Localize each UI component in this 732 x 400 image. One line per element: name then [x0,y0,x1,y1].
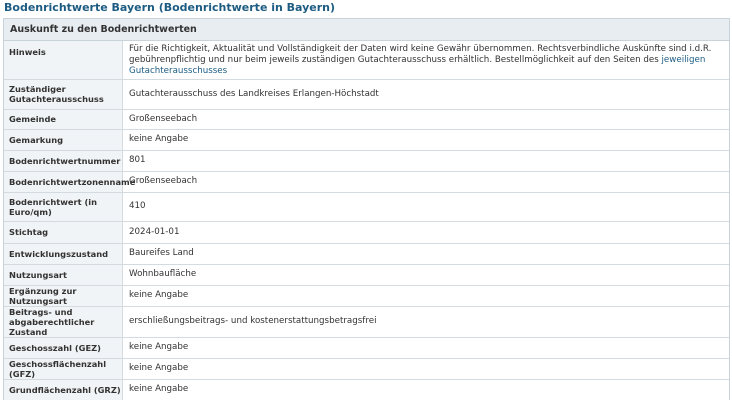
row-value: 410 [122,191,729,221]
row-value: Großenseebach [122,170,729,192]
row-label: Grundflächenzahl (GRZ) [4,378,123,400]
row-value: erschließungsbeitrags- und kostenerstatt… [122,305,729,337]
info-panel: Auskunft zu den Bodenrichtwerten Hinweis… [3,18,730,400]
table-row: Entwicklungszustand Baureifes Land [4,242,729,264]
table-row-hinweis: Hinweis Für die Richtigkeit, Aktualität … [4,41,729,79]
row-label: Beitrags- und abgaberechtlicher Zustand [4,305,123,337]
table-row: Beitrags- und abgaberechtlicher Zustand … [4,305,729,337]
row-value: 2024-01-01 [122,220,729,243]
table-row: Gemeinde Großenseebach [4,108,729,129]
row-value: keine Angabe [122,357,729,379]
table-row: Bodenrichtwert (in Euro/qm) 410 [4,191,729,221]
row-value: 801 [122,149,729,171]
row-label: Geschossflächenzahl (GFZ) [4,357,123,379]
hinweis-text: Für die Richtigkeit, Aktualität und Voll… [129,44,712,65]
row-label: Bodenrichtwertnummer [4,149,123,171]
table-row: Stichtag 2024-01-01 [4,220,729,243]
row-value: keine Angabe [122,128,729,150]
table-row: Ergänzung zur Nutzungsart keine Angabe [4,284,729,306]
row-value: Wohnbaufläche [122,263,729,285]
row-label: Nutzungsart [4,263,123,285]
row-label: Bodenrichtwertzonenname [4,170,135,192]
row-label: Entwicklungszustand [4,242,123,264]
row-value: keine Angabe [122,284,729,306]
table-row: Geschosszahl (GEZ) keine Angabe [4,336,729,358]
table-row: Grundflächenzahl (GRZ) keine Angabe [4,378,729,400]
table-row: Gemarkung keine Angabe [4,128,729,150]
table-row: Bodenrichtwertzonenname Großenseebach [4,170,729,192]
table-row: Geschossflächenzahl (GFZ) keine Angabe [4,357,729,379]
row-value: Großenseebach [122,108,729,129]
row-label: Gemeinde [4,108,123,129]
page-title: Bodenrichtwerte Bayern (Bodenrichtwerte … [4,1,336,14]
row-value: Gutachterausschuss des Landkreises Erlan… [122,78,729,109]
row-label: Hinweis [4,41,123,79]
table-row: Nutzungsart Wohnbaufläche [4,263,729,285]
row-label: Stichtag [4,220,123,243]
info-table: Hinweis Für die Richtigkeit, Aktualität … [4,41,729,400]
row-label: Ergänzung zur Nutzungsart [4,284,123,306]
row-value: Baureifes Land [122,242,729,264]
row-label: Gemarkung [4,128,123,150]
panel-header: Auskunft zu den Bodenrichtwerten [4,19,729,41]
table-row: Bodenrichtwertnummer 801 [4,149,729,171]
row-value: keine Angabe [122,336,729,358]
row-label: Geschosszahl (GEZ) [4,336,123,358]
row-value: Für die Richtigkeit, Aktualität und Voll… [123,41,730,79]
row-label: Zuständiger Gutachterausschuss [4,78,123,109]
table-row: Zuständiger Gutachterausschuss Gutachter… [4,78,729,109]
row-value: keine Angabe [122,378,729,400]
row-label: Bodenrichtwert (in Euro/qm) [4,191,123,221]
